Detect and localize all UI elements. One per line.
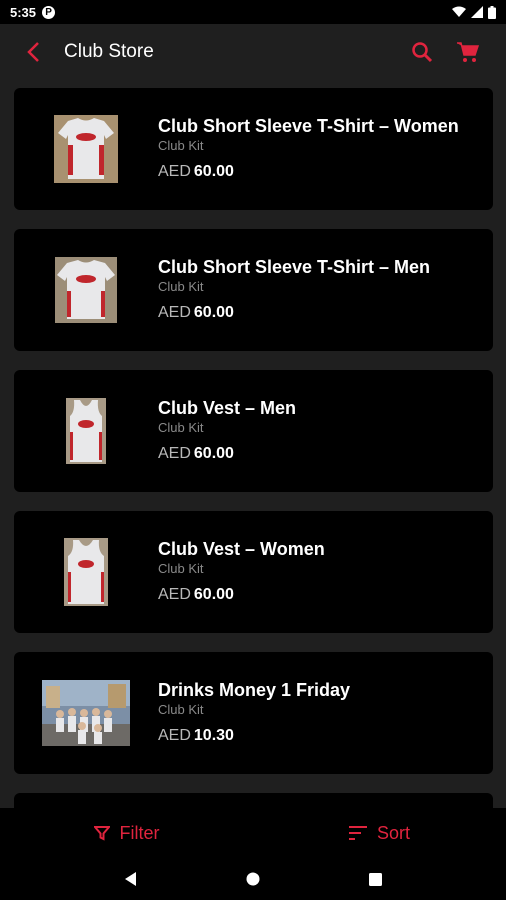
price-currency: AED	[158, 304, 191, 321]
product-card[interactable]: Drinks Money 1 Friday Club Kit AED 10.30	[14, 652, 493, 774]
product-card[interactable]	[14, 793, 493, 808]
product-thumbnail	[36, 652, 136, 774]
product-price: AED 60.00	[158, 163, 481, 181]
nav-recents-icon	[368, 872, 382, 886]
price-amount: 60.00	[193, 163, 234, 180]
filter-icon	[93, 826, 110, 841]
product-thumbnail	[36, 229, 136, 351]
app-bar: Club Store	[0, 24, 506, 80]
price-currency: AED	[158, 727, 191, 744]
product-list[interactable]: Club Short Sleeve T-Shirt – Women Club K…	[14, 88, 493, 808]
product-price: AED 60.00	[158, 586, 481, 604]
product-title: Club Vest – Men	[158, 398, 297, 418]
product-category: Club Kit	[158, 138, 204, 153]
tshirt-image	[55, 257, 117, 323]
product-thumbnail	[36, 370, 136, 492]
nav-back-button[interactable]	[111, 859, 151, 899]
search-icon	[412, 42, 433, 63]
product-category: Club Kit	[158, 702, 204, 717]
product-category: Club Kit	[158, 561, 204, 576]
status-icons	[452, 5, 496, 19]
signal-icon	[471, 6, 483, 18]
product-card[interactable]: Club Short Sleeve T-Shirt – Men Club Kit…	[14, 229, 493, 351]
product-price: AED 60.00	[158, 445, 481, 463]
nav-home-icon	[246, 872, 260, 886]
status-time: 5:35	[10, 4, 37, 20]
price-amount: 60.00	[193, 445, 234, 462]
product-category: Club Kit	[158, 420, 204, 435]
cart-icon	[457, 42, 480, 62]
product-thumbnail	[36, 511, 136, 633]
sort-icon	[348, 826, 367, 840]
product-category: Club Kit	[158, 279, 204, 294]
product-price: AED 60.00	[158, 304, 481, 322]
wifi-icon	[452, 6, 466, 17]
product-title: Drinks Money 1 Friday	[158, 680, 351, 700]
back-arrow-icon	[27, 42, 39, 62]
action-bar: Filter Sort	[0, 808, 506, 858]
price-amount: 60.00	[193, 304, 234, 321]
vest-image	[66, 398, 106, 464]
sort-label: Sort	[376, 822, 410, 843]
battery-icon	[488, 5, 496, 19]
product-card[interactable]: Club Vest – Men Club Kit AED 60.00	[14, 370, 493, 492]
search-button[interactable]	[406, 36, 438, 68]
product-title: Club Short Sleeve T-Shirt – Men	[158, 257, 431, 277]
tshirt-image	[54, 115, 118, 183]
cart-button[interactable]	[452, 36, 484, 68]
page-title: Club Store	[64, 41, 154, 62]
status-bar: 5:35 P	[0, 0, 506, 24]
nav-home-button[interactable]	[233, 859, 273, 899]
app-bar-actions	[406, 36, 484, 68]
product-price: AED 10.30	[158, 727, 481, 745]
notification-badge: P	[42, 5, 56, 19]
back-button[interactable]	[18, 37, 48, 67]
nav-recents-button[interactable]	[355, 859, 395, 899]
sort-button[interactable]: Sort	[253, 823, 506, 844]
price-currency: AED	[158, 445, 191, 462]
product-card[interactable]: Club Vest – Women Club Kit AED 60.00	[14, 511, 493, 633]
price-amount: 10.30	[193, 727, 234, 744]
nav-back-icon	[125, 872, 136, 886]
system-nav-bar	[0, 858, 506, 900]
product-thumbnail	[36, 88, 136, 210]
filter-label: Filter	[119, 822, 160, 843]
vest-image	[64, 538, 108, 606]
product-title: Club Vest – Women	[158, 539, 325, 559]
price-currency: AED	[158, 586, 191, 603]
price-currency: AED	[158, 163, 191, 180]
group-photo-image	[42, 680, 130, 746]
price-amount: 60.00	[193, 586, 234, 603]
product-card[interactable]: Club Short Sleeve T-Shirt – Women Club K…	[14, 88, 493, 210]
filter-button[interactable]: Filter	[0, 823, 253, 844]
product-title: Club Short Sleeve T-Shirt – Women	[158, 116, 459, 136]
